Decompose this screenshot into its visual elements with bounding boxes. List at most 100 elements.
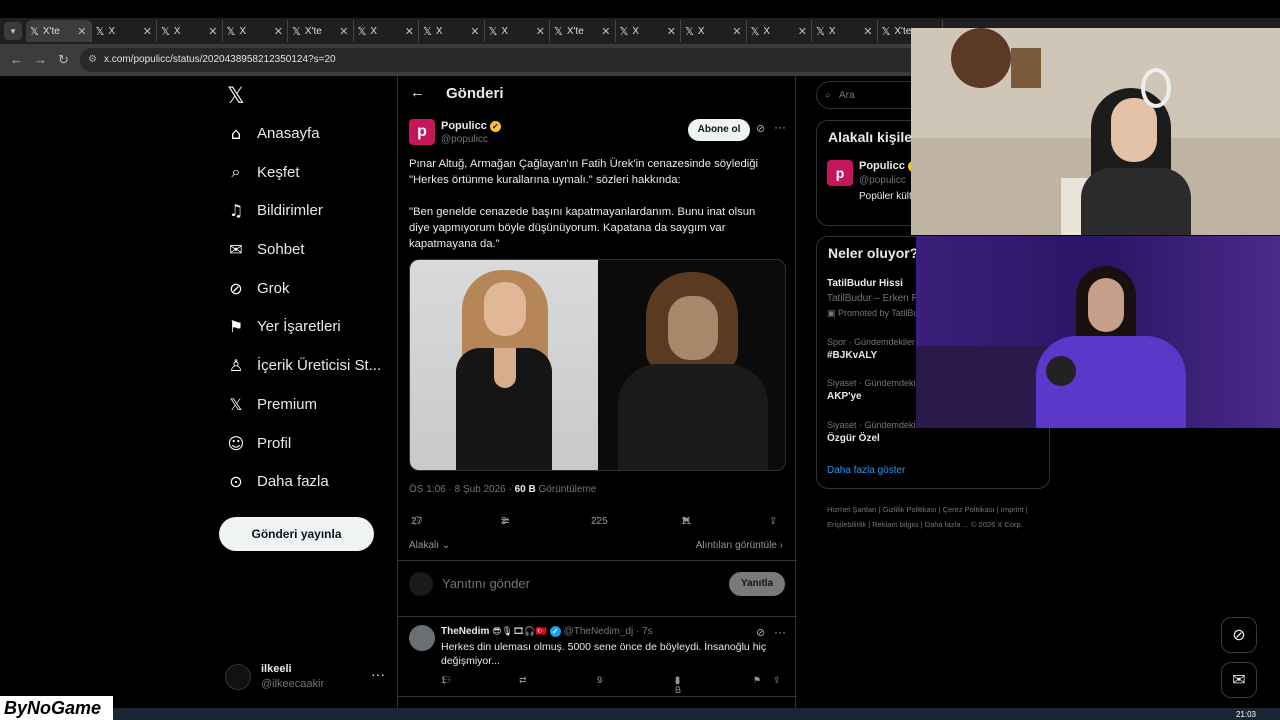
home-icon: ⌂ xyxy=(230,124,242,143)
avatar xyxy=(225,664,251,690)
close-icon[interactable]: ✕ xyxy=(470,25,479,38)
close-icon[interactable]: ✕ xyxy=(863,25,872,38)
sidebar-item[interactable]: ♙ İçerik Üreticisi St... xyxy=(227,356,381,375)
url-field[interactable]: ⚙ x.com/populicc/status/2020438958212350… xyxy=(80,48,920,72)
x-logo-icon: 𝕏 xyxy=(229,395,243,414)
messages-icon[interactable]: ✉ xyxy=(1221,662,1257,698)
x-favicon-icon: 𝕏 xyxy=(619,24,629,38)
browser-tab[interactable]: 𝕏X'te✕ xyxy=(26,20,92,42)
more-dots-icon[interactable]: ··· xyxy=(371,666,385,682)
repost-icon[interactable]: ⇄ xyxy=(519,675,527,686)
sort-dropdown[interactable]: Alakalı ⌄ xyxy=(409,540,450,551)
close-icon[interactable]: ✕ xyxy=(208,25,217,38)
close-icon[interactable]: ✕ xyxy=(77,25,86,38)
sidebar-item[interactable]: ⌂ Anasayfa xyxy=(227,124,320,143)
trend-item[interactable]: AKP'ye xyxy=(827,391,862,402)
browser-tab[interactable]: 𝕏 X ✕ xyxy=(812,20,878,42)
account-switcher[interactable]: ilkeeli @ilkeecaakir ··· xyxy=(225,660,385,696)
sidebar-item-label: Grok xyxy=(257,280,290,297)
footer-links[interactable]: Hizmet Şartları | Gizlilik Politikası | … xyxy=(827,502,1037,532)
browser-tab[interactable]: 𝕏 X ✕ xyxy=(419,20,485,42)
share-icon[interactable]: ⇪ xyxy=(769,516,777,527)
sidebar-item-label: Daha fazla xyxy=(257,473,329,490)
close-icon[interactable]: ✕ xyxy=(667,25,676,38)
tab-strip: 𝕏 X'te ✕ 𝕏 X ✕ 𝕏 X ✕ 𝕏 X ✕ 𝕏 X'te ✕ 𝕏 X ✕ 𝕏 X ✕ 𝕏 X ✕ 𝕏 X'te ✕ 𝕏 X ✕ 𝕏… xyxy=(26,20,943,44)
close-icon[interactable]: ✕ xyxy=(274,25,283,38)
close-icon[interactable]: ✕ xyxy=(405,25,414,38)
account-handle: @ilkeecaakir xyxy=(261,678,325,690)
browser-tab[interactable]: 𝕏 X ✕ xyxy=(223,20,288,42)
x-favicon-icon: 𝕏 xyxy=(30,24,39,38)
watermark-logo: ByNoGame xyxy=(0,696,113,720)
trend-subtitle: TatilBudur – Erken R xyxy=(827,293,919,304)
x-favicon-icon: 𝕏 xyxy=(488,24,498,38)
x-logo-icon[interactable]: 𝕏 xyxy=(227,84,245,109)
close-icon[interactable]: ✕ xyxy=(732,25,741,38)
browser-tab[interactable]: 𝕏 X ✕ xyxy=(92,20,157,42)
reload-icon[interactable]: ↻ xyxy=(58,52,69,68)
grok-icon[interactable]: ⊘ xyxy=(756,626,765,639)
reply-button[interactable]: Yanıtla xyxy=(729,572,785,596)
forward-arrow-icon[interactable]: → xyxy=(34,52,47,67)
browser-tab[interactable]: 𝕏 X ✕ xyxy=(157,20,223,42)
account-name: ilkeeli xyxy=(261,663,292,675)
grok-icon[interactable]: ⊘ xyxy=(756,122,765,135)
more-dots-icon[interactable]: ··· xyxy=(774,625,786,639)
browser-tab[interactable]: 𝕏 X ✕ xyxy=(354,20,419,42)
photo-man[interactable] xyxy=(598,260,785,470)
follow-button[interactable]: Abone ol xyxy=(688,119,750,141)
reply-input[interactable]: Yanıtını gönder xyxy=(442,576,530,591)
browser-tab[interactable]: 𝕏 X ✕ xyxy=(485,20,550,42)
browser-tab[interactable]: 𝕏 X ✕ xyxy=(616,20,681,42)
author-avatar[interactable]: p xyxy=(409,119,435,145)
browser-tab[interactable]: 𝕏X'te✕ xyxy=(550,20,616,42)
sidebar-item[interactable]: ⊘ Grok xyxy=(227,279,290,298)
view-quotes-link[interactable]: Alıntıları görüntüle › xyxy=(696,540,783,551)
grok-icon[interactable]: ⊘ xyxy=(1221,617,1257,653)
show-more-link[interactable]: Daha fazla göster xyxy=(827,465,905,476)
tweet-media[interactable] xyxy=(409,259,786,471)
tab-search-dropdown[interactable]: ▾ xyxy=(4,22,22,40)
reply-author-avatar[interactable] xyxy=(409,625,435,651)
avatar[interactable]: p xyxy=(827,160,853,186)
sidebar-item[interactable]: ✉ Sohbet xyxy=(227,240,304,259)
more-dots-icon[interactable]: ··· xyxy=(774,120,786,134)
browser-tab[interactable]: 𝕏 X ✕ xyxy=(747,20,812,42)
author-handle[interactable]: @populicc xyxy=(441,134,488,145)
reply-author[interactable]: TheNedim 😎🎙🎞🎧🇹🇷 ✓ @TheNedim_dj · 7s xyxy=(441,626,653,637)
bookmark-icon[interactable]: ⚑ xyxy=(753,675,761,686)
photo-woman[interactable] xyxy=(410,260,598,470)
trend-item[interactable]: #BJKvALY xyxy=(827,350,877,361)
back-arrow-icon[interactable]: ← xyxy=(10,52,23,67)
close-icon[interactable]: ✕ xyxy=(601,25,610,38)
sidebar-item[interactable]: ⊙ Daha fazla xyxy=(227,472,329,491)
search-icon: ⌕ xyxy=(825,90,831,101)
trend-item[interactable]: TatilBudur Hissi xyxy=(827,278,903,289)
sidebar-item-label: Anasayfa xyxy=(257,125,320,142)
browser-tab[interactable]: 𝕏 X ✕ xyxy=(681,20,747,42)
sidebar-item[interactable]: ☺ Profil xyxy=(227,434,292,453)
close-icon[interactable]: ✕ xyxy=(798,25,807,38)
back-arrow-icon[interactable]: ← xyxy=(410,84,425,101)
sidebar-item-label: Bildirimler xyxy=(257,202,323,219)
view-count: 60 B xyxy=(514,484,536,495)
site-info-icon[interactable]: ⚙ xyxy=(88,48,97,72)
verified-badge-icon: ✓ xyxy=(549,626,561,637)
share-icon[interactable]: ⇪ xyxy=(773,675,781,686)
relevant-person-name[interactable]: Populicc✓ xyxy=(859,160,919,172)
close-icon[interactable]: ✕ xyxy=(536,25,545,38)
sidebar-item[interactable]: ⌕ Keşfet xyxy=(227,162,300,182)
browser-tab[interactable]: 𝕏X'te✕ xyxy=(288,20,354,42)
sidebar-item[interactable]: ⚑ Yer İşaretleri xyxy=(227,317,341,336)
close-icon[interactable]: ✕ xyxy=(143,25,152,38)
profile-icon: ☺ xyxy=(227,434,245,453)
grok-icon: ⊘ xyxy=(229,279,243,298)
sidebar-item[interactable]: 𝕏 Premium xyxy=(227,395,317,414)
sidebar-item[interactable]: ♫ Bildirimler xyxy=(227,201,323,220)
relevant-person-handle: @populicc xyxy=(859,175,906,186)
trend-item[interactable]: Özgür Özel xyxy=(827,433,880,444)
x-favicon-icon: 𝕏 xyxy=(816,24,825,38)
close-icon[interactable]: ✕ xyxy=(339,25,348,38)
author-name[interactable]: Populicc ✓ xyxy=(441,120,501,132)
post-button[interactable]: Gönderi yayınla xyxy=(219,517,374,551)
